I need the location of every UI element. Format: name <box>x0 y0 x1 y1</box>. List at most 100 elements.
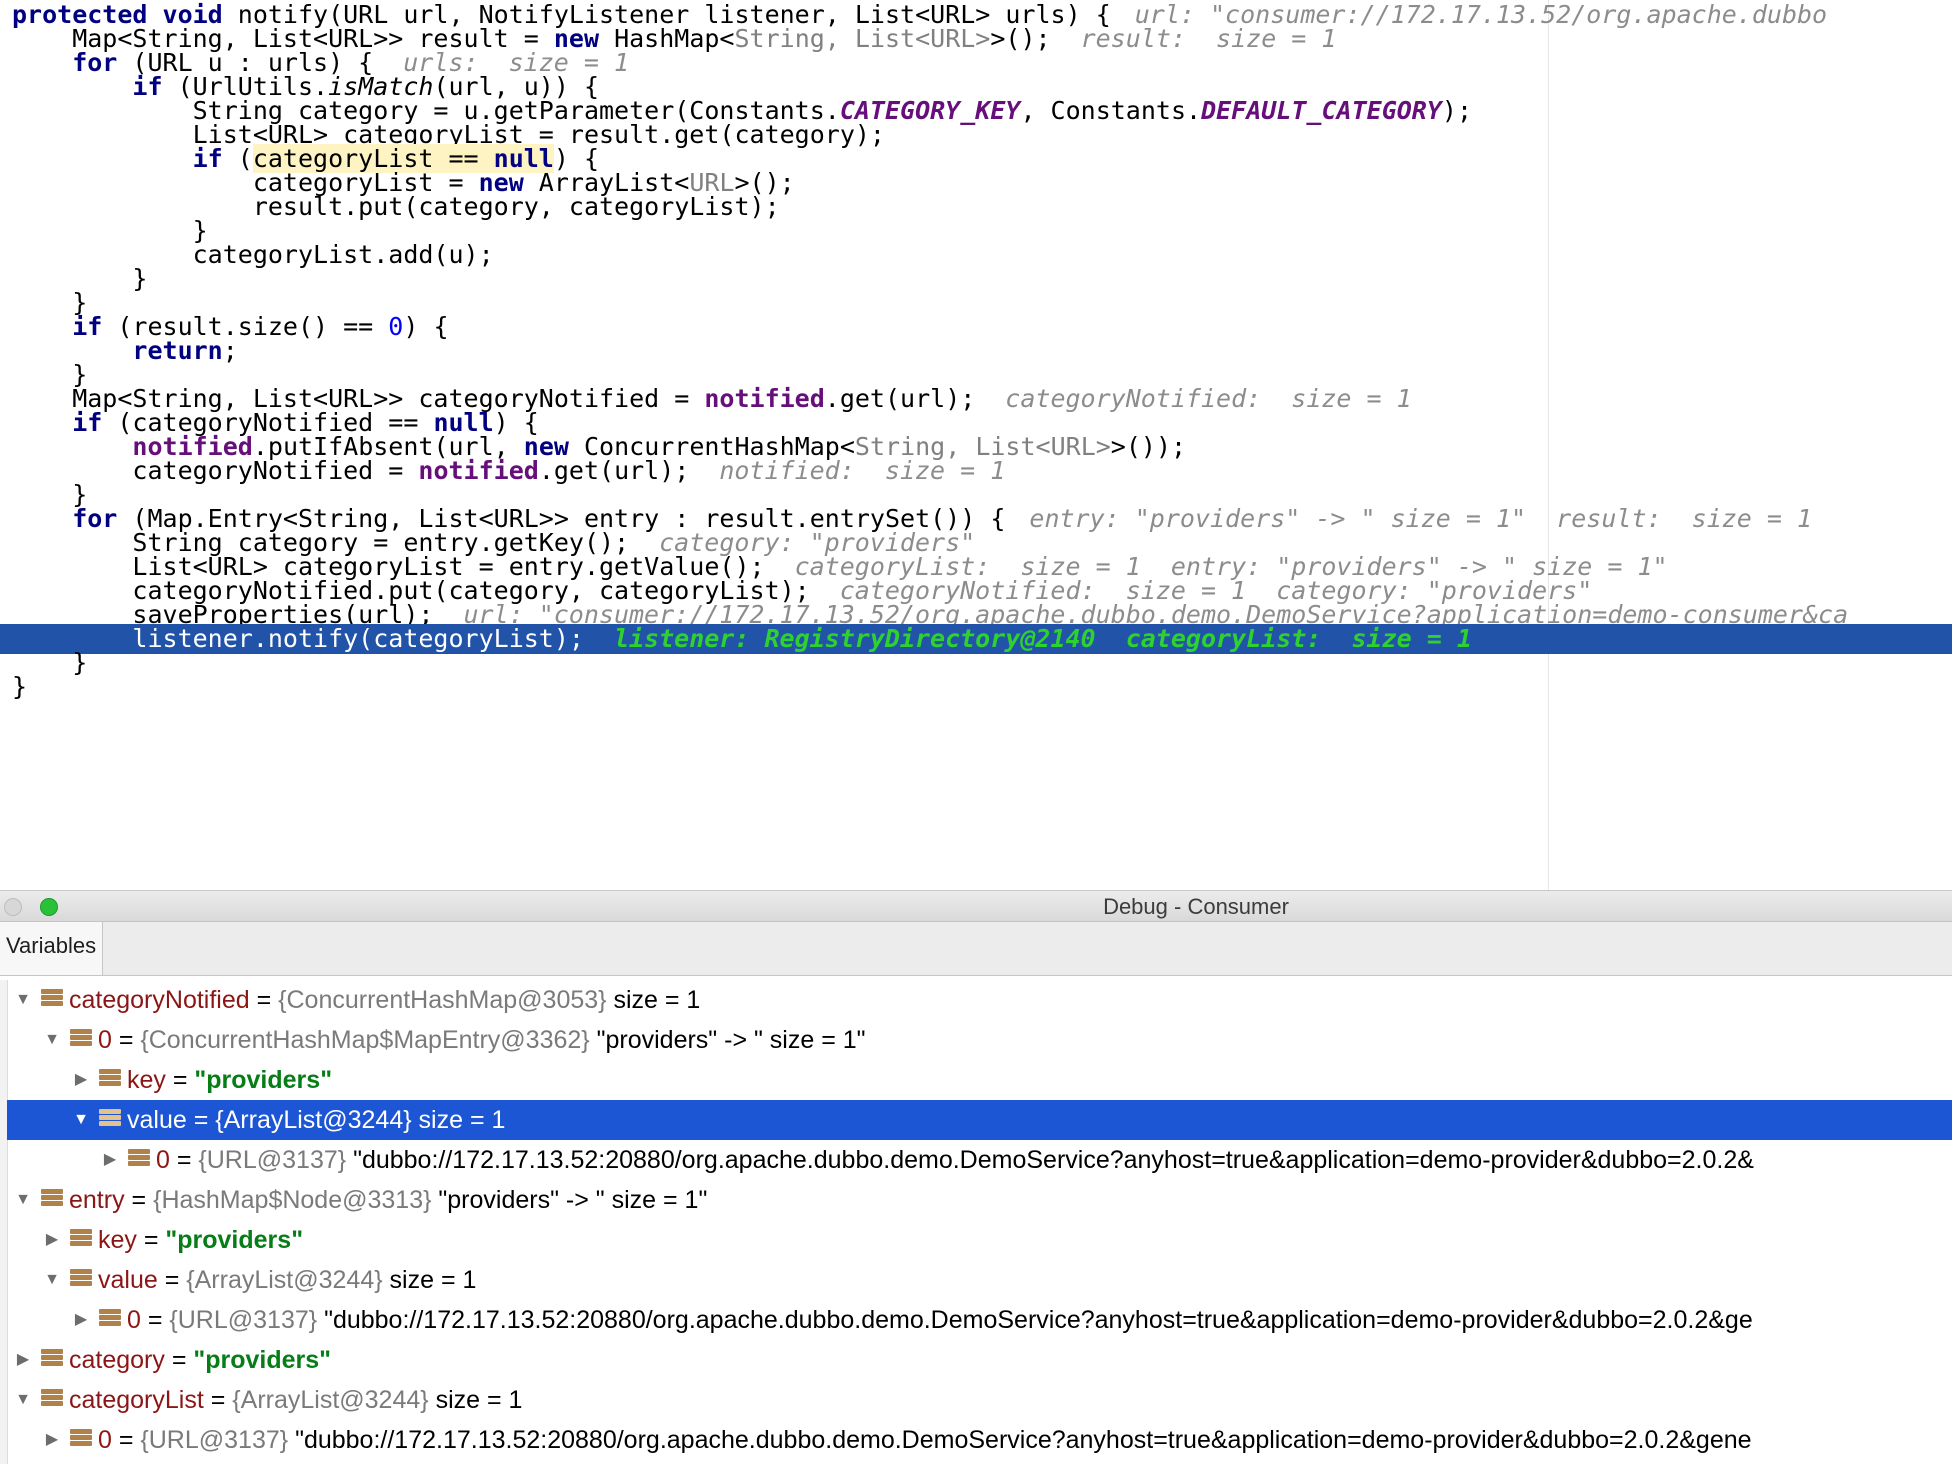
triangle-down-icon[interactable]: ▼ <box>40 1260 64 1300</box>
field-icon <box>41 1349 63 1371</box>
variable-row[interactable]: ▼ categoryNotified = {ConcurrentHashMap@3… <box>7 980 1952 1020</box>
variable-text: category = "providers" <box>69 1340 331 1380</box>
variable-value: "dubbo://172.17.13.52:20880/org.apache.d… <box>317 1306 1753 1334</box>
variable-row-selected[interactable]: ▼ value = {ArrayList@3244} size = 1 <box>7 1100 1952 1140</box>
code-token: } <box>12 672 28 701</box>
variable-equals: = <box>249 986 279 1014</box>
code-editor[interactable]: protected void notify(URL url, NotifyLis… <box>0 0 1952 890</box>
field-icon <box>128 1149 150 1171</box>
variable-text: key = "providers" <box>127 1060 332 1100</box>
debug-window-title: Debug - Consumer <box>1103 894 1289 919</box>
variable-text: entry = {HashMap$Node@3313} "providers" … <box>69 1180 707 1220</box>
variable-equals: = <box>165 1066 195 1094</box>
triangle-down-icon[interactable]: ▼ <box>40 1020 64 1060</box>
variable-string-value: "providers" <box>193 1346 332 1374</box>
variable-text: 0 = {URL@3137} "dubbo://172.17.13.52:208… <box>156 1140 1754 1180</box>
variable-value: "dubbo://172.17.13.52:20880/org.apache.d… <box>346 1146 1754 1174</box>
variable-text: 0 = {URL@3137} "dubbo://172.17.13.52:208… <box>98 1420 1752 1460</box>
variable-reference: {URL@3137} <box>198 1146 347 1174</box>
variable-equals: = <box>164 1346 194 1374</box>
variable-row[interactable]: ▼ value = {ArrayList@3244} size = 1 <box>7 1260 1952 1300</box>
variable-row[interactable]: ▼ categoryList = {ArrayList@3244} size = … <box>7 1380 1952 1420</box>
variable-name: category <box>69 1346 165 1374</box>
variables-tree[interactable]: ▼ categoryNotified = {ConcurrentHashMap@3… <box>0 980 1952 1464</box>
variable-text: categoryList = {ArrayList@3244} size = 1 <box>69 1380 522 1420</box>
variable-value: size = 1 <box>606 986 701 1014</box>
triangle-down-icon[interactable]: ▼ <box>69 1100 93 1140</box>
debug-tab-bar: Variables <box>0 922 1952 976</box>
variable-equals: = <box>136 1226 166 1254</box>
field-icon <box>41 989 63 1011</box>
variable-row[interactable]: ▶ 0 = {URL@3137} "dubbo://172.17.13.52:20… <box>7 1420 1952 1460</box>
variable-text: value = {ArrayList@3244} size = 1 <box>98 1260 476 1300</box>
triangle-right-icon[interactable]: ▶ <box>11 1340 35 1380</box>
triangle-right-icon[interactable]: ▶ <box>69 1060 93 1100</box>
variable-reference: {ConcurrentHashMap@3053} <box>278 986 607 1014</box>
variable-equals: = <box>186 1106 216 1134</box>
field-icon <box>41 1389 63 1411</box>
variable-equals: = <box>140 1306 170 1334</box>
variable-name: 0 <box>98 1426 112 1454</box>
field-icon <box>99 1109 121 1131</box>
variable-text: categoryNotified = {ConcurrentHashMap@30… <box>69 980 700 1020</box>
variable-equals: = <box>203 1386 233 1414</box>
variable-reference: {URL@3137} <box>169 1306 318 1334</box>
variable-name: value <box>127 1106 187 1134</box>
variable-name: categoryNotified <box>69 986 250 1014</box>
variable-name: categoryList <box>69 1386 204 1414</box>
variable-value: "providers" -> " size = 1" <box>431 1186 708 1214</box>
variable-name: key <box>127 1066 166 1094</box>
variable-value: size = 1 <box>411 1106 506 1134</box>
triangle-right-icon[interactable]: ▶ <box>98 1140 122 1180</box>
triangle-right-icon[interactable]: ▶ <box>69 1300 93 1340</box>
variable-reference: {HashMap$Node@3313} <box>153 1186 432 1214</box>
variable-row[interactable]: ▶ key = "providers" <box>7 1220 1952 1260</box>
variable-text: 0 = {ConcurrentHashMap$MapEntry@3362} "p… <box>98 1020 866 1060</box>
tab-variables[interactable]: Variables <box>0 922 104 975</box>
variable-row[interactable]: ▶ category = "providers" <box>7 1340 1952 1380</box>
field-icon <box>70 1029 92 1051</box>
triangle-down-icon[interactable]: ▼ <box>11 1180 35 1220</box>
triangle-right-icon[interactable]: ▶ <box>40 1220 64 1260</box>
code-line-29[interactable]: } <box>0 672 1952 702</box>
variable-equals: = <box>111 1426 141 1454</box>
variable-reference: {URL@3137} <box>140 1426 289 1454</box>
variable-reference: {ArrayList@3244} <box>232 1386 429 1414</box>
variable-row[interactable]: ▼ entry = {HashMap$Node@3313} "providers"… <box>7 1180 1952 1220</box>
variable-equals: = <box>169 1146 199 1174</box>
field-icon <box>70 1229 92 1251</box>
variable-reference: {ArrayList@3244} <box>215 1106 412 1134</box>
triangle-right-icon[interactable]: ▶ <box>40 1420 64 1460</box>
variable-name: key <box>98 1226 137 1254</box>
variable-equals: = <box>157 1266 187 1294</box>
field-icon <box>99 1309 121 1331</box>
variable-string-value: "providers" <box>165 1226 304 1254</box>
variable-row[interactable]: ▶ 0 = {URL@3137} "dubbo://172.17.13.52:20… <box>7 1140 1952 1180</box>
variable-name: 0 <box>127 1306 141 1334</box>
variable-equals: = <box>111 1026 141 1054</box>
variable-text: 0 = {URL@3137} "dubbo://172.17.13.52:208… <box>127 1300 1753 1340</box>
variable-value: "dubbo://172.17.13.52:20880/org.apache.d… <box>288 1426 1752 1454</box>
variable-text: value = {ArrayList@3244} size = 1 <box>127 1100 505 1140</box>
variable-value: size = 1 <box>382 1266 477 1294</box>
variable-value: "providers" -> " size = 1" <box>589 1026 866 1054</box>
triangle-down-icon[interactable]: ▼ <box>11 980 35 1020</box>
variable-value: size = 1 <box>428 1386 523 1414</box>
variable-reference: {ArrayList@3244} <box>186 1266 383 1294</box>
variable-name: value <box>98 1266 158 1294</box>
variable-string-value: "providers" <box>194 1066 333 1094</box>
variable-reference: {ConcurrentHashMap$MapEntry@3362} <box>140 1026 590 1054</box>
field-icon <box>41 1189 63 1211</box>
triangle-down-icon[interactable]: ▼ <box>11 1380 35 1420</box>
field-icon <box>70 1269 92 1291</box>
debug-window-titlebar[interactable]: Debug - Consumer <box>0 890 1952 922</box>
variable-row[interactable]: ▶ 0 = {URL@3137} "dubbo://172.17.13.52:20… <box>7 1300 1952 1340</box>
variable-name: 0 <box>98 1026 112 1054</box>
variable-name: 0 <box>156 1146 170 1174</box>
variable-text: key = "providers" <box>98 1220 303 1260</box>
field-icon <box>70 1429 92 1451</box>
variable-row[interactable]: ▼ 0 = {ConcurrentHashMap$MapEntry@3362} "… <box>7 1020 1952 1060</box>
variable-name: entry <box>69 1186 125 1214</box>
field-icon <box>99 1069 121 1091</box>
variable-row[interactable]: ▶ key = "providers" <box>7 1060 1952 1100</box>
